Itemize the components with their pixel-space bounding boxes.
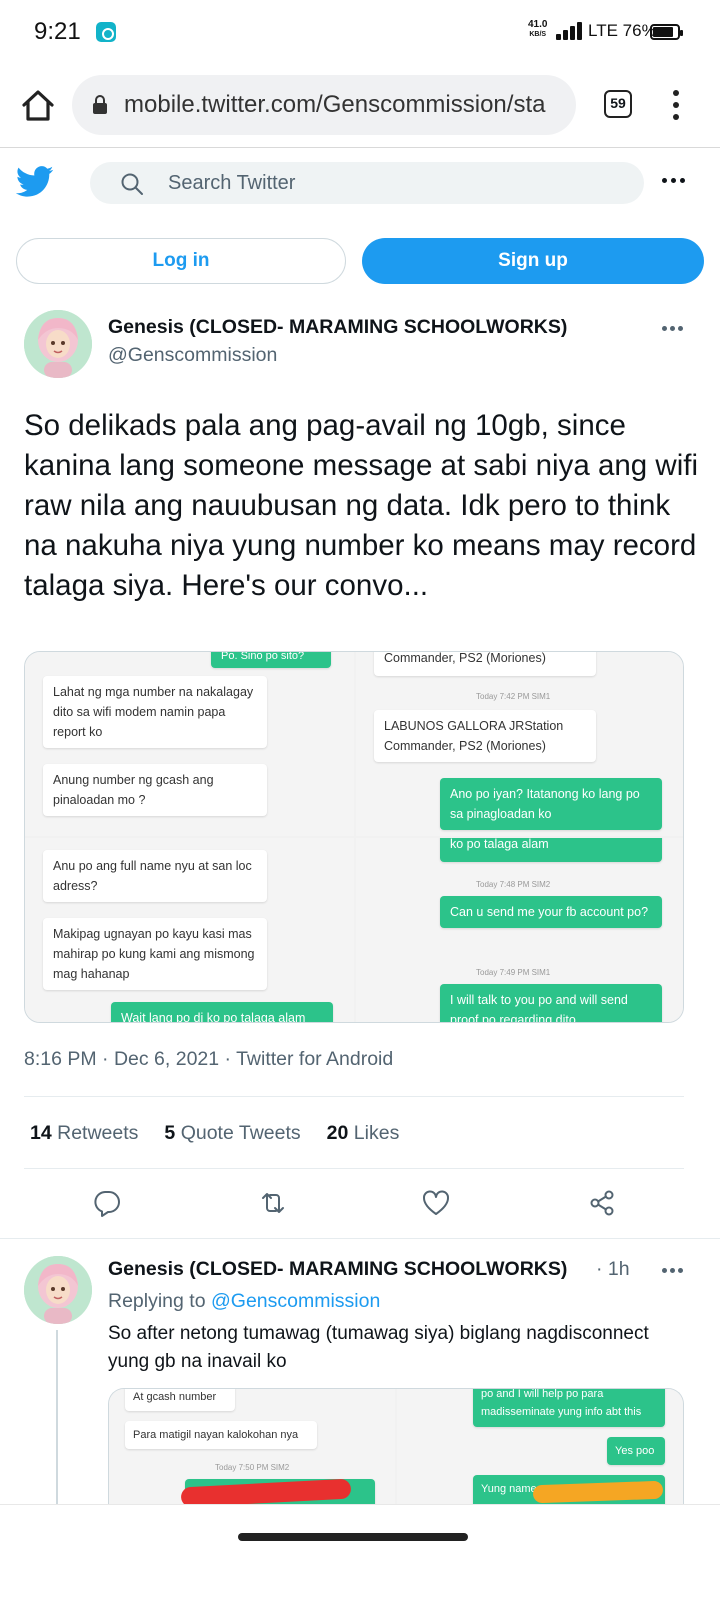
sms-bubble: po and I will help po para madisseminate…: [473, 1389, 665, 1427]
network-speed-unit: KB/S: [529, 31, 547, 38]
quotes-count: 5: [164, 1122, 176, 1144]
media-image-3[interactable]: Anu po ang full name nyu at san loc adre…: [25, 838, 354, 1022]
retweets-count: 14: [30, 1122, 52, 1144]
media-image-2[interactable]: Commander, PS2 (Moriones) Today 7:42 PM …: [356, 652, 683, 836]
url-text: mobile.twitter.com/Genscommission/sta: [124, 91, 546, 118]
more-icon[interactable]: [662, 178, 686, 184]
sms-timestamp: Today 7:50 PM SIM2: [215, 1463, 290, 1472]
quotes-stat[interactable]: 5 Quote Tweets: [164, 1122, 300, 1144]
network-type-label: LTE: [588, 21, 618, 40]
login-button[interactable]: Log in: [16, 238, 346, 284]
search-icon: [121, 173, 143, 195]
sms-bubble: Para matigil nayan kalokohan nya: [125, 1421, 317, 1449]
retweets-stat[interactable]: 14 Retweets: [30, 1122, 138, 1144]
thread-line: [56, 1330, 58, 1510]
network-type: LTE 76%: [588, 21, 657, 41]
twitter-bird-icon[interactable]: [16, 166, 54, 198]
tweet-stats: 14 Retweets 5 Quote Tweets 20 Likes: [30, 1122, 399, 1145]
sms-bubble: Commander, PS2 (Moriones): [374, 652, 596, 676]
likes-stat[interactable]: 20 Likes: [327, 1122, 400, 1144]
sms-bubble: LABUNOS GALLORA JRStation Commander, PS2…: [374, 710, 596, 762]
sms-bubble: Lahat ng mga number na nakalagay dito sa…: [43, 676, 267, 748]
replying-label: Replying to: [108, 1290, 206, 1312]
system-nav-bar: [0, 1504, 720, 1600]
lock-icon: [93, 95, 107, 114]
retweet-icon[interactable]: [258, 1188, 288, 1218]
reply-icon[interactable]: [92, 1188, 122, 1218]
reply-author-name[interactable]: Genesis (CLOSED- MARAMING SCHOOLWORKS): [108, 1258, 567, 1281]
tweet-media-grid[interactable]: Po. Sino po sito? Lahat ng mga number na…: [24, 651, 684, 1023]
media-image-1[interactable]: Po. Sino po sito? Lahat ng mga number na…: [25, 652, 354, 836]
sms-bubble: Yes poo: [607, 1437, 665, 1465]
divider: [24, 1168, 684, 1169]
reply-more-icon[interactable]: [662, 1268, 686, 1274]
sms-bubble: Wait lang po di ko po talaga alam: [111, 1002, 333, 1022]
network-speed-value: 41.0: [528, 19, 548, 30]
signal-icon: [556, 22, 582, 40]
replying-to: Replying to @Genscommission: [108, 1290, 380, 1313]
sms-bubble: Ano po iyan? Itatanong ko lang po sa pin…: [440, 778, 662, 830]
tweet-timestamp[interactable]: 8:16 PM · Dec 6, 2021 · Twitter for Andr…: [24, 1048, 393, 1071]
sms-bubble: Anu po ang full name nyu at san loc adre…: [43, 850, 267, 902]
notification-app-icon: [96, 22, 116, 42]
sms-timestamp: Today 7:49 PM SIM1: [476, 968, 551, 977]
media-image-4[interactable]: ko po talaga alam Today 7:48 PM SIM2 Can…: [356, 838, 683, 1022]
sms-bubble: ko po talaga alam: [440, 838, 662, 862]
reply-text: So after netong tumawag (tumawag siya) b…: [108, 1323, 649, 1372]
sms-bubble: Can u send me your fb account po?: [440, 896, 662, 928]
overflow-menu-icon[interactable]: [672, 90, 680, 120]
divider: [0, 1238, 720, 1239]
likes-count: 20: [326, 1122, 349, 1144]
share-icon[interactable]: [587, 1188, 617, 1218]
sms-bubble: Anung number ng gcash ang pinaloadan mo …: [43, 764, 267, 816]
sms-bubble: I will talk to you po and will send proo…: [440, 984, 662, 1022]
like-icon[interactable]: [421, 1188, 451, 1218]
sms-bubble: Makipag ugnayan po kayu kasi mas mahirap…: [43, 918, 267, 990]
reply-time[interactable]: · 1h: [596, 1258, 630, 1281]
likes-label: Likes: [353, 1122, 400, 1144]
status-bar: 9:21 41.0 KB/S LTE 76%: [0, 0, 720, 64]
status-time: 9:21: [34, 18, 81, 45]
tweet-more-icon[interactable]: [662, 326, 686, 332]
tabs-icon[interactable]: 59: [604, 90, 632, 118]
tweet-author-name[interactable]: Genesis (CLOSED- MARAMING SCHOOLWORKS): [108, 316, 567, 339]
search-input[interactable]: Search Twitter: [90, 162, 644, 204]
browser-toolbar: mobile.twitter.com/Genscommission/sta 59: [0, 64, 720, 148]
home-gesture-bar[interactable]: [238, 1533, 468, 1541]
sms-bubble: At gcash number: [125, 1389, 235, 1411]
reply-avatar[interactable]: [24, 1256, 92, 1324]
sms-timestamp: Today 7:48 PM SIM2: [476, 880, 551, 889]
search-placeholder: Search Twitter: [168, 172, 296, 194]
sms-timestamp: Today 7:42 PM SIM1: [476, 692, 551, 701]
replying-handle-link[interactable]: @Genscommission: [211, 1290, 380, 1312]
home-icon[interactable]: [18, 86, 58, 126]
sms-bubble: Po. Sino po sito?: [211, 652, 331, 668]
signup-button[interactable]: Sign up: [362, 238, 704, 284]
address-bar[interactable]: mobile.twitter.com/Genscommission/sta: [72, 75, 576, 135]
quotes-label: Quote Tweets: [180, 1122, 301, 1144]
tweet-author-handle[interactable]: @Genscommission: [108, 344, 277, 367]
battery-icon: [650, 24, 683, 40]
avatar[interactable]: [24, 310, 92, 378]
tweet-text: So delikads pala ang pag-avail ng 10gb, …: [24, 409, 698, 602]
divider: [24, 1096, 684, 1097]
retweets-label: Retweets: [57, 1122, 139, 1144]
network-speed: 41.0 KB/S: [528, 20, 547, 40]
